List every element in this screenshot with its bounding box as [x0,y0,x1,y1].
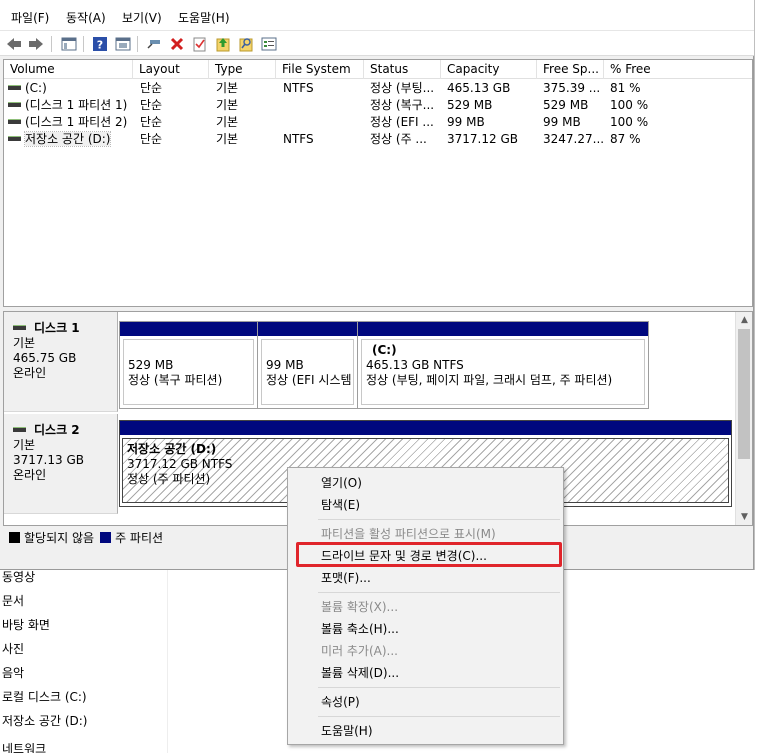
console-tree-icon[interactable] [60,35,78,53]
help-icon[interactable]: ? [91,35,109,53]
menu-item-properties[interactable]: 속성(P) [288,691,563,713]
up-icon[interactable] [214,35,232,53]
nav-item-documents[interactable]: 문서 [2,592,24,609]
partition-recovery[interactable]: 529 MB 정상 (복구 파티션) [119,321,258,409]
menu-item-add-mirror: 미러 추가(A)... [321,644,398,658]
disk-icon [13,325,26,330]
volume-row[interactable]: (디스크 1 파티션 1) 단순 기본 정상 (복구... 529 MB 529… [4,97,752,114]
check-icon[interactable] [191,35,209,53]
volume-icon [8,102,21,107]
nav-item-desktop[interactable]: 바탕 화면 [2,616,50,633]
partition-efi[interactable]: 99 MB 정상 (EFI 시스템 [257,321,358,409]
col-header-status[interactable]: Status [364,60,441,79]
volume-list-header: Volume Layout Type File System Status Ca… [4,60,752,79]
scroll-down-icon[interactable]: ▼ [736,509,752,525]
nav-item-network[interactable]: 네트워크 [2,740,46,753]
svg-text:?: ? [97,39,103,52]
nav-item-videos[interactable]: 동영상 [2,568,35,585]
menu-separator [318,687,560,688]
scroll-thumb[interactable] [738,329,750,459]
properties-icon[interactable] [114,35,132,53]
col-header-percent-free[interactable]: % Free [604,60,752,79]
col-header-capacity[interactable]: Capacity [441,60,537,79]
menu-file[interactable]: 파일(F) [11,9,49,26]
connect-icon[interactable] [145,35,163,53]
unallocated-swatch [9,531,20,543]
nav-item-storage-d[interactable]: 저장소 공간 (D:) [2,712,87,729]
volume-icon [8,119,21,124]
back-icon[interactable] [5,35,23,53]
menu-view[interactable]: 보기(V) [122,9,162,26]
menu-bar: 파일(F) 동작(A) 보기(V) 도움말(H) [0,0,754,30]
forward-icon[interactable] [27,35,45,53]
explorer-nav-pane: 동영상 문서 바탕 화면 사진 음악 로컬 디스크 (C:) 저장소 공간 (D… [0,570,168,753]
menu-item-help[interactable]: 도움말(H) [288,720,563,742]
col-header-volume[interactable]: Volume [4,60,133,79]
menu-item-extend-volume: 볼륨 확장(X)... [321,600,399,614]
graph-vertical-scrollbar[interactable]: ▲ ▼ [735,312,752,525]
volume-icon [8,136,21,141]
disk-2-label[interactable]: 디스크 2 기본 3717.13 GB 온라인 [4,414,118,514]
menu-item-delete-volume[interactable]: 볼륨 삭제(D)... [288,662,563,684]
menu-separator [318,716,560,717]
menu-item-shrink-volume[interactable]: 볼륨 축소(H)... [288,618,563,640]
nav-item-local-disk-c[interactable]: 로컬 디스크 (C:) [2,688,87,705]
volume-list: Volume Layout Type File System Status Ca… [3,59,753,307]
menu-help[interactable]: 도움말(H) [178,9,230,26]
scroll-up-icon[interactable]: ▲ [736,312,752,328]
delete-icon[interactable] [168,35,186,53]
list-icon[interactable] [260,35,278,53]
disk-icon [13,427,26,432]
nav-item-pictures[interactable]: 사진 [2,640,24,657]
menu-separator [318,519,560,520]
menu-item-open[interactable]: 열기(O) [288,472,563,494]
volume-row[interactable]: (C:) 단순 기본 NTFS 정상 (부팅... 465.13 GB 375.… [4,80,752,97]
volume-row[interactable]: (디스크 1 파티션 2) 단순 기본 정상 (EFI ... 99 MB 99… [4,114,752,131]
volume-icon [8,85,21,90]
search-icon[interactable] [237,35,255,53]
menu-item-format[interactable]: 포맷(F)... [288,567,563,589]
toolbar: ? [0,30,754,56]
volume-row-selected[interactable]: 저장소 공간 (D:) 단순 기본 NTFS 정상 (주 ... 3717.12… [4,131,752,148]
col-header-layout[interactable]: Layout [133,60,209,79]
col-header-type[interactable]: Type [209,60,276,79]
disk-1-label[interactable]: 디스크 1 기본 465.75 GB 온라인 [4,312,118,412]
background-window-edge [754,0,760,570]
highlight-box [296,542,562,567]
menu-item-explore[interactable]: 탐색(E) [288,494,563,516]
context-menu: 열기(O) 탐색(E) 파티션을 활성 파티션으로 표시(M) 드라이브 문자 … [287,467,564,745]
nav-item-music[interactable]: 음악 [2,664,24,681]
primary-swatch [100,531,112,543]
menu-action[interactable]: 동작(A) [66,9,106,26]
col-header-free-space[interactable]: Free Sp... [537,60,604,79]
partition-c[interactable]: (C:) 465.13 GB NTFS 정상 (부팅, 페이지 파일, 크래시 … [357,321,649,409]
col-header-filesystem[interactable]: File System [276,60,364,79]
menu-separator [318,592,560,593]
